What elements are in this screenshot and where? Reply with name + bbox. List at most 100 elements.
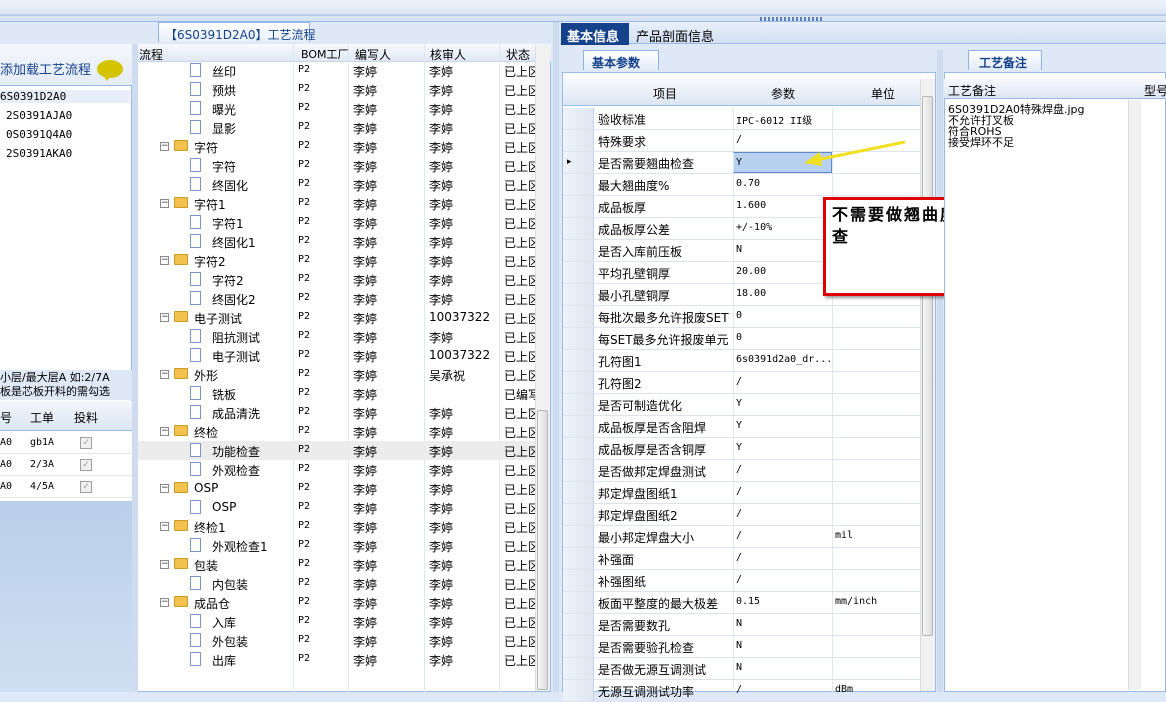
- property-value[interactable]: 6s0391d2a0_dr...: [733, 350, 832, 371]
- order-item[interactable]: 2S0391AKA0: [6, 147, 72, 160]
- row-header[interactable]: [563, 636, 594, 657]
- tree-row[interactable]: 铣板 P2 李婷 已编写: [138, 384, 535, 403]
- tree-row[interactable]: − 包装 P2 李婷 李婷 已上区: [138, 555, 535, 574]
- layer-grid-row[interactable]: A0 4/5A ✓: [0, 476, 132, 498]
- tab-process-notes[interactable]: 工艺备注: [968, 50, 1042, 70]
- tree-row[interactable]: 阻抗测试 P2 李婷 李婷 已上区: [138, 327, 535, 346]
- tree-row[interactable]: 字符1 P2 李婷 李婷 已上区: [138, 213, 535, 232]
- property-row[interactable]: 成品板厚是否含阻焊 Y: [563, 416, 920, 438]
- order-item[interactable]: 6S0391D2A0: [0, 90, 130, 103]
- property-row[interactable]: 是否需要数孔 N: [563, 614, 920, 636]
- order-item[interactable]: 2S0391AJA0: [6, 109, 72, 122]
- tree-row[interactable]: 内包装 P2 李婷 李婷 已上区: [138, 574, 535, 593]
- tree-row[interactable]: − 终检 P2 李婷 李婷 已上区: [138, 422, 535, 441]
- expand-toggle-icon[interactable]: −: [160, 560, 169, 569]
- expand-toggle-icon[interactable]: −: [160, 427, 169, 436]
- property-value[interactable]: 0: [733, 306, 832, 327]
- feed-checkbox[interactable]: ✓: [80, 481, 92, 493]
- row-header[interactable]: [563, 416, 594, 437]
- property-value[interactable]: 0: [733, 328, 832, 349]
- property-row[interactable]: 最大翘曲度% 0.70: [563, 174, 920, 196]
- property-row[interactable]: 是否需要验孔检查 N: [563, 636, 920, 658]
- row-header[interactable]: [563, 350, 594, 371]
- tree-row[interactable]: 电子测试 P2 李婷 10037322 已上区: [138, 346, 535, 365]
- property-value[interactable]: IPC-6012 II级: [733, 108, 832, 129]
- left-splitter[interactable]: [132, 44, 138, 692]
- property-row[interactable]: 成品板厚是否含铜厚 Y: [563, 438, 920, 460]
- property-value[interactable]: /: [733, 680, 832, 701]
- property-value[interactable]: 0.70: [733, 174, 832, 195]
- property-value[interactable]: 20.00: [733, 262, 832, 283]
- row-header[interactable]: [563, 174, 594, 195]
- property-row[interactable]: 补强面 /: [563, 548, 920, 570]
- expand-toggle-icon[interactable]: −: [160, 522, 169, 531]
- tree-row[interactable]: 字符 P2 李婷 李婷 已上区: [138, 156, 535, 175]
- tree-row[interactable]: 出库 P2 李婷 李婷 已上区: [138, 650, 535, 669]
- tree-row[interactable]: 功能检查 P2 李婷 李婷 已上区: [138, 441, 535, 460]
- row-header[interactable]: [563, 108, 594, 129]
- tree-row[interactable]: 终固化1 P2 李婷 李婷 已上区: [138, 232, 535, 251]
- feed-checkbox[interactable]: ✓: [80, 437, 92, 449]
- property-value[interactable]: Y: [733, 438, 832, 459]
- row-header[interactable]: [563, 504, 594, 525]
- tree-row[interactable]: − 电子测试 P2 李婷 10037322 已上区: [138, 308, 535, 327]
- tree-row[interactable]: 预烘 P2 李婷 李婷 已上区: [138, 80, 535, 99]
- comment-bubble-icon[interactable]: [97, 60, 123, 81]
- property-row[interactable]: 邦定焊盘图纸1 /: [563, 482, 920, 504]
- tree-scrollbar-thumb[interactable]: [537, 410, 548, 690]
- tree-row[interactable]: 丝印 P2 李婷 李婷 已上区: [138, 61, 535, 80]
- order-item[interactable]: 0S0391Q4A0: [6, 128, 72, 141]
- middle-splitter[interactable]: [553, 22, 559, 692]
- row-header[interactable]: [563, 306, 594, 327]
- feed-checkbox[interactable]: ✓: [80, 459, 92, 471]
- tree-row[interactable]: − 终检1 P2 李婷 李婷 已上区: [138, 517, 535, 536]
- tree-row[interactable]: 外包装 P2 李婷 李婷 已上区: [138, 631, 535, 650]
- property-row[interactable]: 最小邦定焊盘大小 / mil: [563, 526, 920, 548]
- property-value[interactable]: 0.15: [733, 592, 832, 613]
- row-header[interactable]: [563, 372, 594, 393]
- tree-row[interactable]: 成品清洗 P2 李婷 李婷 已上区: [138, 403, 535, 422]
- property-row[interactable]: 孔符图2 /: [563, 372, 920, 394]
- tree-row[interactable]: 显影 P2 李婷 李婷 已上区: [138, 118, 535, 137]
- tree-row[interactable]: 外观检查1 P2 李婷 李婷 已上区: [138, 536, 535, 555]
- tree-row[interactable]: 终固化 P2 李婷 李婷 已上区: [138, 175, 535, 194]
- property-row[interactable]: 补强图纸 /: [563, 570, 920, 592]
- property-value[interactable]: Y: [733, 416, 832, 437]
- property-value[interactable]: /: [733, 482, 832, 503]
- row-header[interactable]: [563, 438, 594, 459]
- property-row[interactable]: 每SET最多允许报废单元 0: [563, 328, 920, 350]
- property-value[interactable]: /: [733, 526, 832, 547]
- property-value[interactable]: N: [733, 240, 832, 261]
- row-header[interactable]: [563, 548, 594, 569]
- tree-row[interactable]: 终固化2 P2 李婷 李婷 已上区: [138, 289, 535, 308]
- expand-toggle-icon[interactable]: −: [160, 370, 169, 379]
- row-header[interactable]: ▸: [563, 152, 594, 173]
- right-splitter[interactable]: [937, 50, 943, 692]
- property-row[interactable]: 邦定焊盘图纸2 /: [563, 504, 920, 526]
- property-value[interactable]: N: [733, 614, 832, 635]
- property-value[interactable]: N: [733, 658, 832, 679]
- property-value[interactable]: N: [733, 636, 832, 657]
- expand-toggle-icon[interactable]: −: [160, 199, 169, 208]
- property-value[interactable]: /: [733, 504, 832, 525]
- tree-row[interactable]: − 字符1 P2 李婷 李婷 已上区: [138, 194, 535, 213]
- tree-row[interactable]: 入库 P2 李婷 李婷 已上区: [138, 612, 535, 631]
- row-header[interactable]: [563, 130, 594, 151]
- property-row[interactable]: 板面平整度的最大极差 0.15 mm/inch: [563, 592, 920, 614]
- row-header[interactable]: [563, 262, 594, 283]
- property-row[interactable]: 每批次最多允许报废SET 0: [563, 306, 920, 328]
- tree-row[interactable]: OSP P2 李婷 李婷 已上区: [138, 498, 535, 517]
- property-value[interactable]: /: [733, 570, 832, 591]
- row-header[interactable]: [563, 328, 594, 349]
- splitter-grip[interactable]: [760, 17, 824, 21]
- layer-grid-row[interactable]: A0 gb1A ✓: [0, 432, 132, 454]
- expand-toggle-icon[interactable]: −: [160, 598, 169, 607]
- expand-toggle-icon[interactable]: −: [160, 484, 169, 493]
- row-header[interactable]: [563, 570, 594, 591]
- layer-grid-row[interactable]: A0 2/3A ✓: [0, 454, 132, 476]
- property-value[interactable]: /: [733, 460, 832, 481]
- row-header[interactable]: [563, 394, 594, 415]
- row-header[interactable]: [563, 240, 594, 261]
- expand-toggle-icon[interactable]: −: [160, 313, 169, 322]
- tree-row[interactable]: − 外形 P2 李婷 吴承祝 已上区: [138, 365, 535, 384]
